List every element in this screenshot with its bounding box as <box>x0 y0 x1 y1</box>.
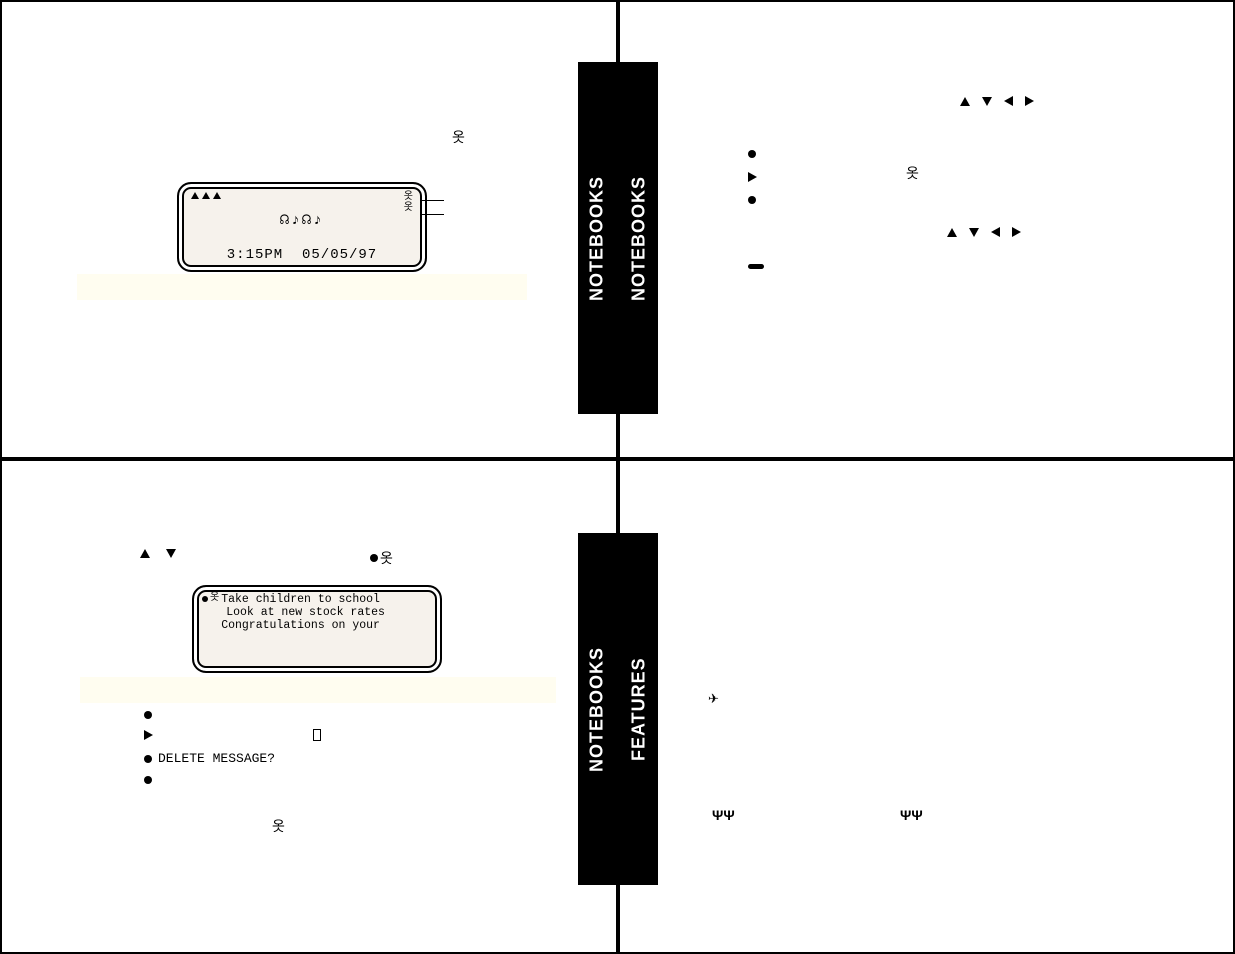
message-line: Look at new stock rates <box>221 606 385 619</box>
panel-top-left: NOTEBOOKS 옷 옷 옷 ☊♪☊♪ 3:15PM 05/05/97 <box>0 0 618 459</box>
message-line: Congratulations on your <box>221 619 385 632</box>
pill-icon <box>748 264 764 269</box>
lcd-display-messages: 옷 Take children to school Look at new st… <box>192 585 442 673</box>
message-line: Take children to school <box>221 593 385 606</box>
person-icon: 옷 <box>452 130 465 144</box>
icon-list <box>748 150 757 204</box>
panel-bottom-left: NOTEBOOKS 옷 옷 Take children to school Lo… <box>0 459 618 954</box>
bullet-person-icon: 옷 <box>370 551 393 565</box>
highlight-bar <box>80 677 556 703</box>
person-icon: 옷 <box>906 166 919 180</box>
person-icon: 옷 <box>404 203 413 213</box>
lcd-display-standby: 옷 옷 ☊♪☊♪ 3:15PM 05/05/97 <box>177 182 427 272</box>
bullet-icon <box>144 711 152 719</box>
panel-bottom-right: FEATURES ✈ ΨΨ ΨΨ <box>618 459 1235 954</box>
person-icon: 옷 <box>210 593 219 603</box>
arrow-cluster-icon <box>960 96 1034 106</box>
spine-features: FEATURES <box>620 533 658 885</box>
up-down-icons <box>140 549 176 558</box>
arrow-cluster-icon <box>947 227 1021 237</box>
bullet-icon <box>202 596 208 602</box>
right-arrow-icon <box>748 172 757 182</box>
spine-notebooks: NOTEBOOKS <box>620 62 658 414</box>
airplane-icon: ✈ <box>708 691 719 707</box>
bullet-icon <box>748 196 756 204</box>
cursor-icon <box>313 729 321 741</box>
delete-steps-list: DELETE MESSAGE? <box>144 711 321 784</box>
highlight-bar <box>77 274 527 300</box>
antenna-icon: ΨΨ <box>900 807 923 823</box>
person-icon: 옷 <box>272 819 285 833</box>
antenna-icon: ΨΨ <box>712 807 735 823</box>
lcd-time-date: 3:15PM 05/05/97 <box>189 245 415 265</box>
memory-indicator-triangles <box>191 192 222 199</box>
panel-top-right: NOTEBOOKS 옷 <box>618 0 1235 459</box>
right-arrow-icon <box>144 730 153 740</box>
bullet-icon <box>748 150 756 158</box>
lcd-alert-row: ☊♪☊♪ <box>189 208 415 231</box>
person-icon: 옷 <box>404 192 413 202</box>
spine-notebooks: NOTEBOOKS <box>578 533 616 885</box>
delete-prompt-text: DELETE MESSAGE? <box>158 751 275 766</box>
spine-notebooks: NOTEBOOKS <box>578 62 616 414</box>
bullet-icon <box>144 755 152 763</box>
bullet-icon <box>144 776 152 784</box>
